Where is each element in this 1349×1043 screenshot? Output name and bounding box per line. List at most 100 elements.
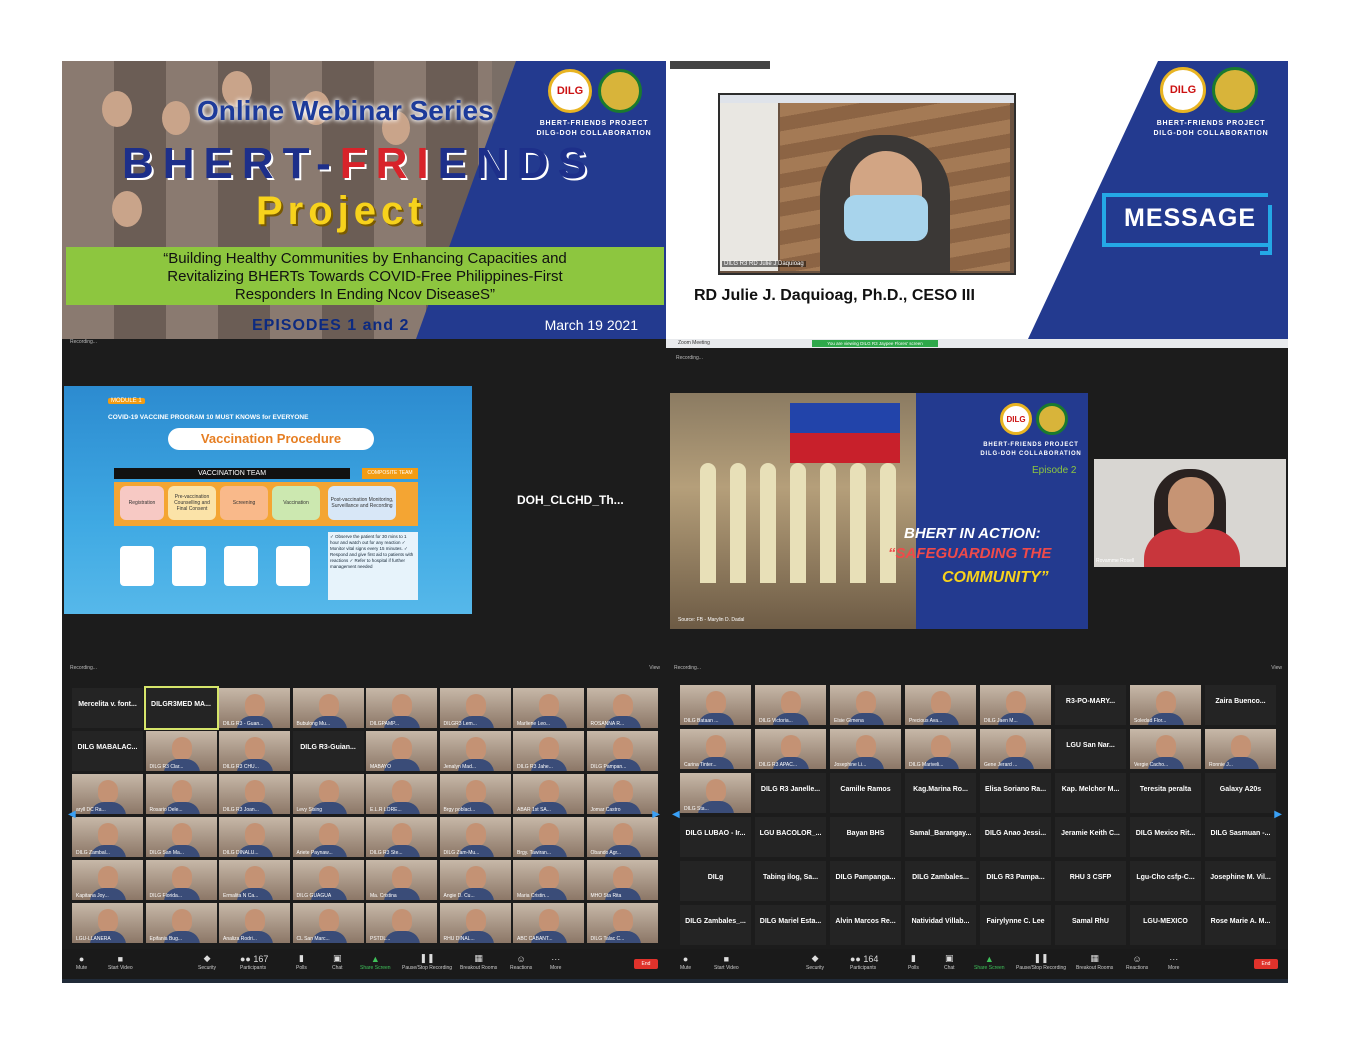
participant-tile[interactable]: DILG DINALU... — [219, 817, 290, 857]
prev-page-icon[interactable]: ◀ — [68, 809, 76, 820]
participant-tile[interactable]: Elisa Soriano Ra... — [980, 773, 1051, 813]
participant-tile[interactable]: E.L.R LORE... — [366, 774, 437, 814]
end-meeting-button[interactable]: End — [634, 959, 658, 969]
participant-tile[interactable]: DILG Mexico Rit... — [1130, 817, 1201, 857]
participant-tile[interactable]: DILG R3 Janelle... — [755, 773, 826, 813]
participant-tile[interactable]: Analiza Rodri... — [219, 903, 290, 943]
participant-tile[interactable]: Galaxy A20s — [1205, 773, 1276, 813]
participant-tile[interactable]: DILG Zam-Mu... — [439, 817, 511, 857]
participant-tile[interactable]: Ma. Cristina — [366, 860, 437, 900]
participant-tile[interactable]: Natividad Villab... — [905, 905, 976, 945]
participant-tile[interactable]: Kag.Marina Ro... — [905, 773, 976, 813]
participant-tile[interactable]: DILG Florida... — [145, 860, 217, 900]
participant-tile[interactable]: Josephine M. Vil... — [1205, 861, 1276, 901]
participant-tile[interactable]: Zaira Buenco... — [1205, 685, 1276, 725]
recording-indicator[interactable]: Recording... — [676, 355, 703, 361]
participant-tile[interactable]: ABAR 1st SA... — [513, 774, 584, 814]
participant-tile[interactable]: DILg — [680, 861, 751, 901]
participant-tile[interactable]: DILG R3 Clar... — [145, 731, 217, 771]
participant-tile[interactable]: Ariete Paynaw... — [292, 817, 364, 857]
end-meeting-button[interactable]: End — [1254, 959, 1278, 969]
participant-tile[interactable]: Obando Agr... — [586, 817, 658, 857]
participant-tile[interactable]: DILG Mariveli... — [905, 729, 976, 769]
recording-indicator[interactable]: Recording... — [70, 665, 97, 671]
participant-tile[interactable]: LGU BACOLOR_... — [755, 817, 826, 857]
participant-tile[interactable]: DILG R3 APAC... — [755, 729, 826, 769]
participant-tile[interactable]: DILG San Ma... — [145, 817, 217, 857]
participant-tile[interactable]: LGU-MEXICO — [1130, 905, 1201, 945]
participant-tile[interactable]: DILG R3-Guian... — [292, 731, 364, 771]
view-button[interactable]: View — [1271, 665, 1282, 671]
reactions-button[interactable]: ☺ Reactions — [1126, 954, 1148, 971]
participant-tile[interactable]: RHU 3 CSFP — [1055, 861, 1126, 901]
participant-tile[interactable]: DILG Zambales... — [905, 861, 976, 901]
participant-tile[interactable]: R3-PO-MARY... — [1055, 685, 1126, 725]
participant-tile[interactable]: Ermalita N Ca... — [219, 860, 290, 900]
participant-tile[interactable]: Maria Cristin... — [513, 860, 584, 900]
participant-tile[interactable]: MABAYO — [366, 731, 437, 771]
participant-tile[interactable]: DILG R3 Ste... — [366, 817, 437, 857]
participant-tile[interactable]: Samal_Barangay... — [905, 817, 976, 857]
participant-tile[interactable]: Jomar Castro — [586, 774, 658, 814]
participant-tile[interactable]: DILG Zambal... — [72, 817, 143, 857]
recording-indicator[interactable]: Recording... — [674, 665, 701, 671]
participant-tile[interactable]: Kap. Melchor M... — [1055, 773, 1126, 813]
participant-tile[interactable]: Brgy poblaci... — [439, 774, 511, 814]
start-video-button[interactable]: ■ Start Video — [108, 954, 133, 971]
participant-tile[interactable]: DILG Anao Jessi... — [980, 817, 1051, 857]
mute-button[interactable]: ● Mute — [76, 954, 87, 971]
participant-tile[interactable]: Epifania Bug... — [145, 903, 217, 943]
view-button[interactable]: View — [649, 665, 660, 671]
participant-tile[interactable]: Teresita peralta — [1130, 773, 1201, 813]
participant-tile[interactable]: Bayan BHS — [830, 817, 901, 857]
next-page-icon[interactable]: ▶ — [652, 809, 660, 820]
security-button[interactable]: ◆ Security — [198, 953, 216, 971]
participant-tile[interactable]: Josephine Li... — [830, 729, 901, 769]
participant-tile[interactable]: DILG R3 CHU... — [219, 731, 290, 771]
polls-button[interactable]: ▮ Polls — [908, 953, 919, 971]
participant-tile[interactable]: DILG Zambales_... — [680, 905, 751, 945]
participant-tile[interactable]: DILG Sasmuan -... — [1205, 817, 1276, 857]
pause-recording-button[interactable]: ❚❚ Pause/Stop Recording — [1016, 953, 1066, 971]
participant-tile[interactable]: ABC CABANT... — [513, 903, 584, 943]
prev-page-icon[interactable]: ◀ — [672, 809, 680, 820]
participant-tile[interactable]: Alvin Marcos Re... — [830, 905, 901, 945]
participant-tile[interactable]: Soledad Flor... — [1130, 685, 1201, 725]
participant-tile[interactable]: Fairylynne C. Lee — [980, 905, 1051, 945]
recording-indicator[interactable]: Recording... — [70, 339, 97, 345]
participant-tile[interactable]: Jenalyn Mad... — [439, 731, 511, 771]
participants-button[interactable]: ●● 167 Participants — [240, 954, 268, 971]
reactions-button[interactable]: ☺ Reactions — [510, 954, 532, 971]
participant-tile[interactable]: Angie D. Cu... — [439, 860, 511, 900]
participant-tile[interactable]: Carina Tinter... — [680, 729, 751, 769]
participant-tile[interactable]: Rose Marie A. M... — [1205, 905, 1276, 945]
participant-tile[interactable]: Levy Sising — [292, 774, 364, 814]
participant-tile[interactable]: DILG Bataan ... — [680, 685, 751, 725]
more-button[interactable]: ··· More — [1168, 954, 1179, 971]
participant-tile[interactable]: DILGR3MED MA... — [143, 686, 219, 730]
participant-tile[interactable]: MHO Sta Rita — [586, 860, 658, 900]
next-page-icon[interactable]: ▶ — [1274, 809, 1282, 820]
participant-tile[interactable]: DILG Jaen M... — [980, 685, 1051, 725]
participants-button[interactable]: ●● 164 Participants — [850, 954, 878, 971]
participant-tile[interactable]: CL San Marc... — [292, 903, 364, 943]
participant-tile[interactable]: DILG Victoria... — [755, 685, 826, 725]
participant-tile[interactable]: Tabing ilog, Sa... — [755, 861, 826, 901]
participant-tile[interactable]: DILGPAMP... — [366, 688, 437, 728]
participant-tile[interactable]: Mercelita v. font... — [72, 688, 143, 728]
viewing-banner[interactable]: You are viewing DILG R3 Jaypee Flores' s… — [812, 340, 938, 347]
participant-tile[interactable]: Marliene Leo... — [513, 688, 584, 728]
participant-tile[interactable]: Jeramie Keith C... — [1055, 817, 1126, 857]
participant-tile[interactable]: DILG R3 Pampa... — [980, 861, 1051, 901]
participant-tile[interactable]: Gene Jerard ... — [980, 729, 1051, 769]
participant-tile[interactable]: Lgu-Cho csfp-C... — [1130, 861, 1201, 901]
participant-tile[interactable]: LGU-LLANERA — [72, 903, 143, 943]
participant-tile[interactable]: Brgy. Tawiran... — [513, 817, 584, 857]
participant-tile[interactable]: DILG R3 Jahe... — [513, 731, 584, 771]
participant-tile[interactable]: aryll DC Ra... — [72, 774, 143, 814]
participant-tile[interactable]: Samal RhU — [1055, 905, 1126, 945]
participant-tile[interactable]: LGU San Nar... — [1055, 729, 1126, 769]
participant-tile[interactable]: DILG R3 - Guan... — [219, 688, 290, 728]
participant-tile[interactable]: PSTDL... — [366, 903, 437, 943]
breakout-rooms-button[interactable]: ▦ Breakout Rooms — [460, 953, 497, 971]
